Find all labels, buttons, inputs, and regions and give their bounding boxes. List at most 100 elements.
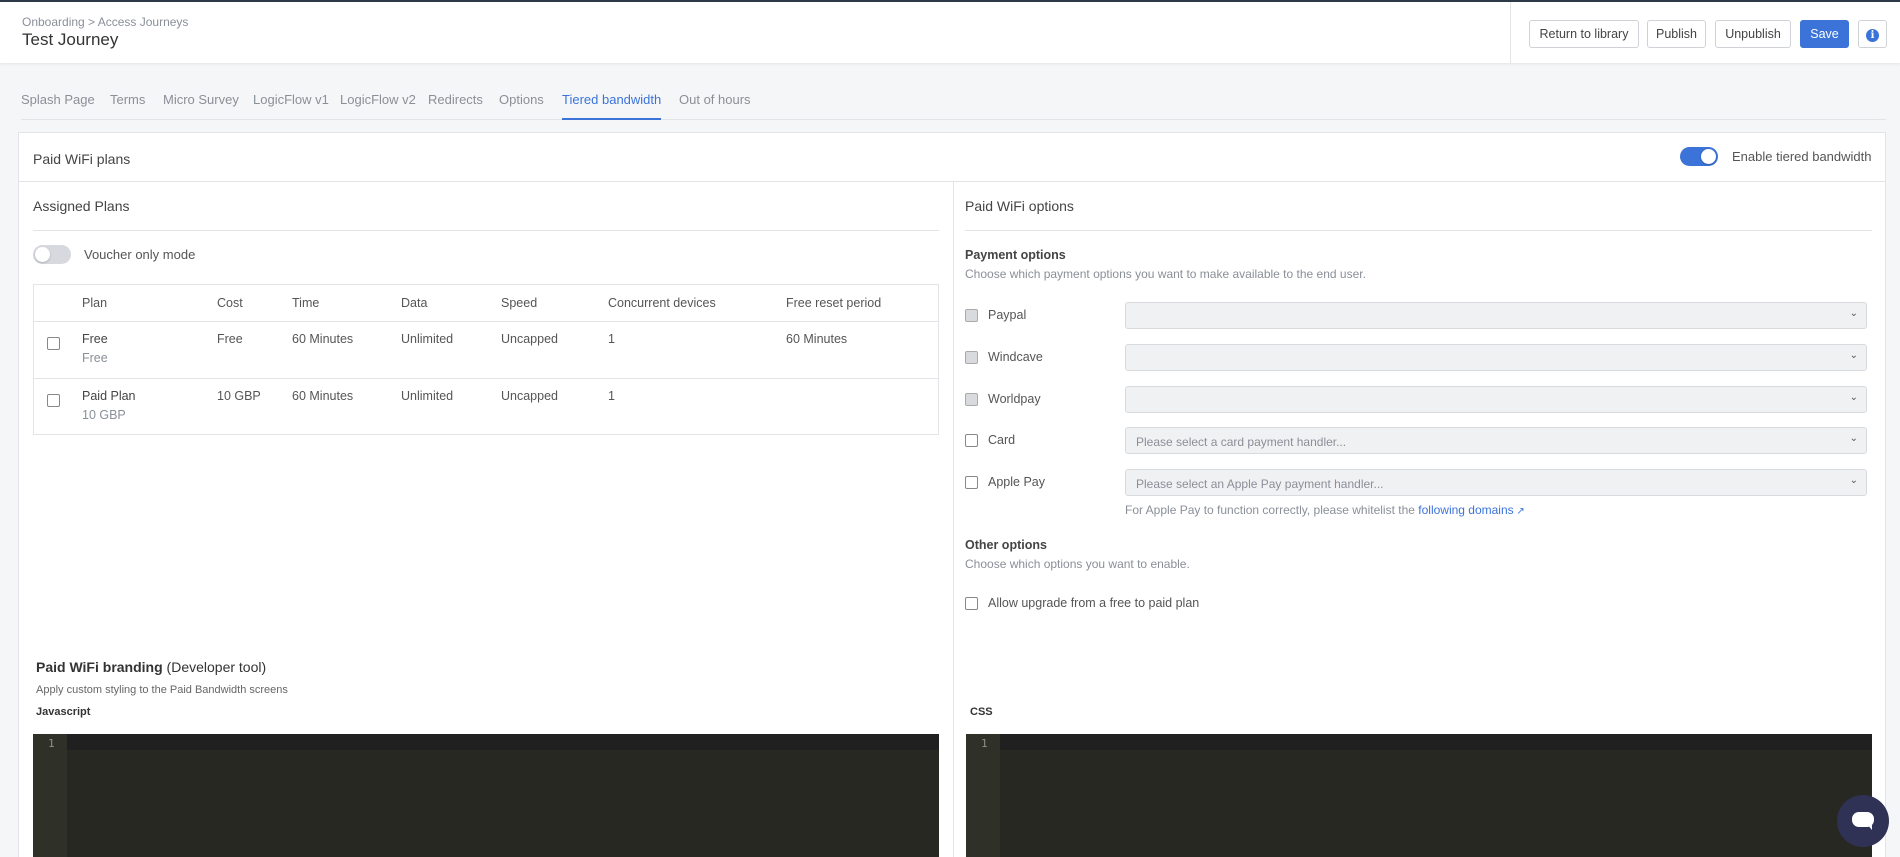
chevron-down-icon: ⌄ (1849, 475, 1858, 486)
branding-subtitle: Apply custom styling to the Paid Bandwid… (36, 684, 288, 696)
top-header: Onboarding > Access Journeys Test Journe… (0, 0, 1900, 63)
worldpay-handler-select[interactable]: ⌄ (1125, 386, 1867, 413)
unpublish-button[interactable]: Unpublish (1715, 20, 1791, 48)
apple-pay-note: For Apple Pay to function correctly, ple… (1125, 503, 1525, 517)
column-header-cost: Cost (217, 296, 243, 310)
allow-upgrade-checkbox[interactable] (965, 597, 978, 610)
column-header-speed: Speed (501, 296, 538, 310)
plan-reset-period: 60 Minutes (786, 332, 848, 346)
tab-logicflow-v2[interactable]: LogicFlow v2 (340, 92, 416, 120)
plan-data: Unlimited (401, 332, 454, 346)
enable-tiered-bandwidth-toggle[interactable] (1680, 147, 1718, 166)
windcave-handler-select[interactable]: ⌄ (1125, 344, 1867, 371)
tab-bar: Splash Page Terms Micro Survey LogicFlow… (21, 88, 1886, 120)
tab-splash-page[interactable]: Splash Page (21, 92, 95, 120)
paypal-label: Paypal (988, 308, 1027, 322)
tab-logicflow-v1[interactable]: LogicFlow v1 (253, 92, 329, 120)
toggle-knob (1701, 149, 1716, 164)
payment-options-heading: Payment options (965, 248, 1066, 262)
branding-title-suffix: (Developer tool) (166, 659, 267, 675)
info-button[interactable]: i (1858, 20, 1887, 48)
assigned-plans-rule (33, 230, 939, 231)
chevron-down-icon: ⌄ (1849, 308, 1858, 319)
chat-icon-tail (1867, 824, 1872, 830)
windcave-checkbox (965, 351, 978, 364)
plan-devices: 1 (608, 389, 615, 403)
card-label: Card (988, 433, 1016, 447)
tab-micro-survey[interactable]: Micro Survey (163, 92, 239, 120)
tab-out-of-hours[interactable]: Out of hours (679, 92, 751, 120)
plan-subtitle: Free (82, 351, 108, 365)
following-domains-link[interactable]: following domains (1418, 503, 1513, 517)
breadcrumb[interactable]: Onboarding > Access Journeys (22, 15, 188, 29)
editor-active-line (67, 734, 939, 750)
apple-pay-handler-select[interactable]: Please select an Apple Pay payment handl… (1125, 469, 1867, 496)
css-editor[interactable]: 1 (966, 734, 1872, 857)
row-checkbox[interactable] (47, 394, 60, 407)
allow-upgrade-label: Allow upgrade from a free to paid plan (988, 596, 1200, 610)
card-handler-select[interactable]: Please select a card payment handler... ⌄ (1125, 427, 1867, 454)
branding-title-bold: Paid WiFi branding (36, 659, 163, 675)
paid-wifi-options-title: Paid WiFi options (965, 198, 1074, 214)
voucher-only-label: Voucher only mode (84, 247, 196, 262)
toggle-knob (35, 247, 50, 262)
chat-widget-button[interactable] (1837, 795, 1889, 847)
chevron-down-icon: ⌄ (1849, 433, 1858, 444)
plan-subtitle: 10 GBP (82, 408, 126, 422)
return-to-library-button[interactable]: Return to library (1529, 20, 1639, 48)
line-number: 1 (981, 737, 988, 750)
paid-wifi-options-rule (965, 230, 1872, 231)
tab-terms[interactable]: Terms (110, 92, 145, 120)
select-placeholder: Please select a card payment handler... (1136, 435, 1347, 449)
card-checkbox[interactable] (965, 434, 978, 447)
table-row-rule (34, 378, 938, 379)
javascript-label: Javascript (36, 706, 91, 718)
plan-cost: Free (217, 332, 243, 346)
tab-tiered-bandwidth[interactable]: Tiered bandwidth (562, 92, 662, 120)
row-checkbox[interactable] (47, 337, 60, 350)
plan-speed: Uncapped (501, 389, 558, 403)
chevron-down-icon: ⌄ (1849, 350, 1858, 361)
editor-gutter (33, 734, 67, 857)
payment-options-description: Choose which payment options you want to… (965, 267, 1366, 281)
line-number: 1 (48, 737, 55, 750)
publish-button[interactable]: Publish (1647, 20, 1706, 48)
plan-time: 60 Minutes (292, 389, 354, 403)
other-options-heading: Other options (965, 538, 1047, 552)
voucher-only-toggle[interactable] (33, 245, 71, 264)
column-header-free-reset-period: Free reset period (786, 296, 882, 310)
apple-pay-checkbox[interactable] (965, 476, 978, 489)
plan-speed: Uncapped (501, 332, 558, 346)
css-label: CSS (970, 706, 993, 718)
javascript-editor[interactable]: 1 (33, 734, 939, 857)
column-header-concurrent-devices: Concurrent devices (608, 296, 716, 310)
header-actions: Return to library Publish Unpublish Save… (1510, 2, 1900, 63)
info-icon: i (1866, 28, 1879, 42)
worldpay-checkbox (965, 393, 978, 406)
assigned-plans-title: Assigned Plans (33, 198, 130, 214)
windcave-label: Windcave (988, 350, 1043, 364)
editor-gutter (966, 734, 1000, 857)
card-header: Paid WiFi plans Enable tiered bandwidth (19, 133, 1885, 182)
column-divider (953, 182, 954, 857)
apple-pay-note-text: For Apple Pay to function correctly, ple… (1125, 503, 1415, 517)
plan-name: Free (82, 332, 108, 346)
plan-name: Paid Plan (82, 389, 136, 403)
card-title: Paid WiFi plans (33, 151, 131, 167)
select-placeholder: Please select an Apple Pay payment handl… (1136, 477, 1384, 491)
column-header-plan: Plan (82, 296, 108, 310)
editor-active-line (1000, 734, 1872, 750)
chevron-down-icon: ⌄ (1849, 392, 1858, 403)
paypal-handler-select[interactable]: ⌄ (1125, 302, 1867, 329)
apple-pay-label: Apple Pay (988, 475, 1045, 489)
branding-title: Paid WiFi branding (Developer tool) (36, 659, 266, 675)
external-link-icon: ↗ (1513, 506, 1525, 517)
page-title: Test Journey (22, 30, 119, 49)
plan-cost: 10 GBP (217, 389, 261, 403)
plan-data: Unlimited (401, 389, 454, 403)
column-header-time: Time (292, 296, 320, 310)
save-button[interactable]: Save (1800, 20, 1849, 48)
tab-redirects[interactable]: Redirects (428, 92, 483, 120)
plan-devices: 1 (608, 332, 615, 346)
tab-options[interactable]: Options (499, 92, 544, 120)
